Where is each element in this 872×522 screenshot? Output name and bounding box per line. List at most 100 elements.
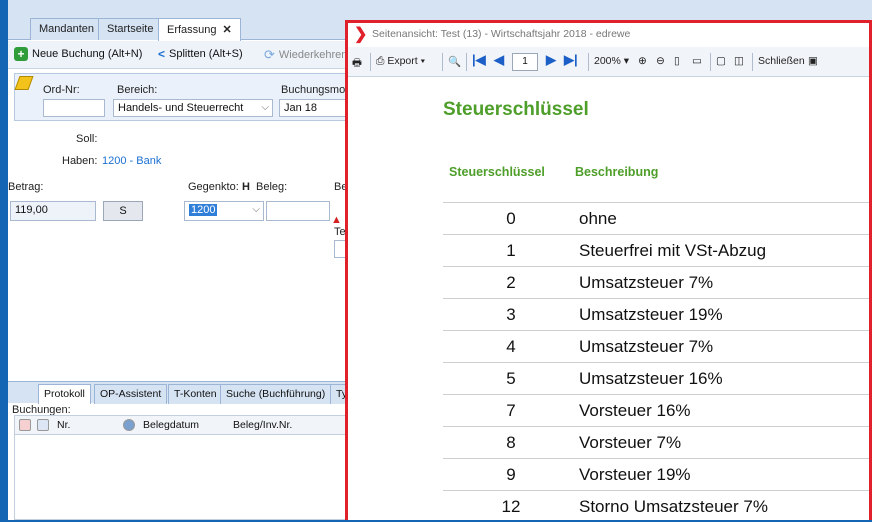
col-key-header: Steuerschlüssel [449, 165, 545, 179]
table-row: 8 Vorsteuer 7% [443, 426, 869, 458]
first-page-icon[interactable]: |◀ [472, 52, 486, 68]
bookings-grid-header: Nr. Belegdatum Beleg/Inv.Nr. [14, 415, 354, 435]
tax-description-cell: Vorsteuer 16% [579, 401, 691, 420]
tax-key-cell: 1 [506, 241, 516, 260]
search-icon[interactable]: 🔍 [448, 55, 461, 68]
tab-t-konten[interactable]: T-Konten [168, 384, 223, 404]
chevron-down-icon: ⌵ [261, 102, 269, 113]
ord-nr-input[interactable] [43, 99, 105, 117]
filter-icon[interactable] [19, 419, 31, 431]
close-icon[interactable]: ✕ [223, 24, 232, 36]
col-nr-header[interactable]: Nr. [57, 419, 70, 431]
last-page-icon[interactable]: ▶| [564, 52, 578, 68]
single-page-icon[interactable]: ▯ [674, 55, 680, 67]
tab-suche[interactable]: Suche (Buchführung) [220, 384, 332, 404]
separator [370, 53, 371, 71]
zoom-out-icon[interactable]: ⊖ [656, 55, 665, 67]
report-page: Steuerschlüssel Steuerschlüssel Beschrei… [348, 78, 869, 520]
beleg-input[interactable] [266, 201, 330, 221]
cycle-icon: ⟳ [264, 47, 275, 62]
separator [752, 53, 753, 71]
table-row: 4 Umsatzsteuer 7% [443, 330, 869, 362]
te-label: Te [334, 226, 346, 238]
tax-description-cell: Umsatzsteuer 19% [579, 305, 723, 324]
booking-header-panel: Ord-Nr: Bereich: Buchungsmonat Handels- … [14, 73, 361, 121]
tax-description-cell: Umsatzsteuer 7% [579, 337, 714, 356]
separator [588, 53, 589, 71]
tax-description-cell: ohne [579, 209, 617, 228]
table-row: 1 Steuerfrei mit VSt-Abzug [443, 234, 869, 266]
recurring-button[interactable]: ⟳ Wiederkehrend [264, 47, 354, 63]
soll-label: Soll: [76, 133, 98, 145]
beleg-label: Beleg: [256, 181, 288, 193]
page-number-input[interactable]: 1 [512, 53, 538, 71]
tax-key-cell: 2 [506, 273, 516, 292]
tax-description-cell: Storno Umsatzsteuer 7% [579, 497, 768, 516]
tax-key-cell: 5 [506, 369, 516, 388]
pencil-icon [14, 76, 34, 90]
table-row: 2 Umsatzsteuer 7% [443, 266, 869, 298]
separator [442, 53, 443, 71]
tax-description-cell: Steuerfrei mit VSt-Abzug [579, 241, 767, 260]
tax-description-cell: Umsatzsteuer 16% [579, 369, 723, 388]
tax-description-cell: Vorsteuer 19% [579, 465, 691, 484]
bereich-select[interactable]: Handels- und Steuerrecht ⌵ [113, 99, 273, 117]
betrag-input[interactable]: 119,00 [10, 201, 96, 221]
col-desc-header: Beschreibung [575, 165, 659, 179]
preview-titlebar: ❯ Seitenansicht: Test (13) - Wirtschafts… [348, 23, 869, 45]
close-preview-button[interactable]: Schließen [758, 55, 805, 67]
col-beleg-header[interactable]: Beleg/Inv.Nr. [233, 419, 292, 431]
tab-erfassung[interactable]: Erfassung ✕ [158, 18, 241, 41]
gegenkonto-input[interactable]: 1200 ⌵ [184, 201, 264, 221]
tab-startseite[interactable]: Startseite [98, 18, 163, 40]
gegenkto-flag: H [242, 181, 250, 193]
tag-icon [123, 419, 135, 431]
bereich-label: Bereich: [117, 84, 158, 96]
plus-icon: + [14, 47, 28, 61]
zoom-in-icon[interactable]: ⊕ [638, 55, 647, 67]
page-view-icon[interactable]: ▢ [716, 55, 726, 67]
separator [466, 53, 467, 71]
table-row: 12 Storno Umsatzsteuer 7% [443, 490, 869, 522]
tax-key-cell: 3 [506, 305, 516, 324]
haben-account-link[interactable]: 1200 - Bank [102, 155, 161, 167]
page-width-icon[interactable]: ▭ [692, 55, 702, 67]
buchungsmonat-select[interactable]: Jan 18 [279, 99, 355, 117]
col-belegdatum-header[interactable]: Belegdatum [143, 419, 199, 431]
table-row: 5 Umsatzsteuer 16% [443, 362, 869, 394]
bookings-grid-body [14, 435, 354, 520]
export-button[interactable]: ⎙ Export ▾ [376, 55, 425, 68]
tab-op-assistent[interactable]: OP-Assistent [94, 384, 168, 404]
tab-protokoll[interactable]: Protokoll [38, 384, 91, 404]
split-icon: < [158, 47, 166, 61]
zoom-select[interactable]: 200% ▾ [594, 55, 629, 67]
previous-page-icon[interactable]: ◀ [494, 52, 504, 68]
split-button[interactable]: < Splitten (Alt+S) [158, 47, 243, 61]
table-row: 7 Vorsteuer 16% [443, 394, 869, 426]
soll-haben-toggle-button[interactable]: S [103, 201, 143, 221]
betrag-label: Betrag: [8, 181, 44, 193]
two-pages-icon[interactable]: ◫ [734, 55, 744, 67]
gegenkto-label: Gegenkto: [188, 181, 239, 193]
document-icon[interactable] [37, 419, 49, 431]
tab-mandanten[interactable]: Mandanten [30, 18, 104, 40]
tax-key-cell: 4 [506, 337, 516, 356]
chevron-down-icon: ⌵ [252, 204, 260, 215]
tax-key-cell: 7 [506, 401, 516, 420]
tax-key-cell: 9 [506, 465, 516, 484]
next-page-icon[interactable]: ▶ [546, 52, 556, 68]
export-icon: ⎙ [376, 55, 385, 67]
window-icon[interactable]: ▣ [808, 55, 818, 67]
haben-label: Haben: [62, 155, 98, 167]
separator [710, 53, 711, 71]
table-row: 3 Umsatzsteuer 19% [443, 298, 869, 330]
tax-key-cell: 8 [506, 433, 516, 452]
print-preview-window: ❯ Seitenansicht: Test (13) - Wirtschafts… [345, 20, 872, 520]
warning-icon: ▲ [331, 214, 342, 226]
app-logo-icon: ❯ [354, 26, 368, 43]
print-icon[interactable]: 🖶 [352, 55, 362, 73]
table-row: 0 ohne [443, 202, 869, 234]
preview-toolbar: 🖶 ⎙ Export ▾ 🔍 |◀ ◀ 1 ▶ ▶| 200% ▾ ⊕ ⊖ ▯ … [348, 47, 869, 77]
new-booking-button[interactable]: + Neue Buchung (Alt+N) [14, 47, 142, 61]
bottom-tab-bar: Protokoll OP-Assistent T-Konten Suche (B… [8, 381, 359, 404]
